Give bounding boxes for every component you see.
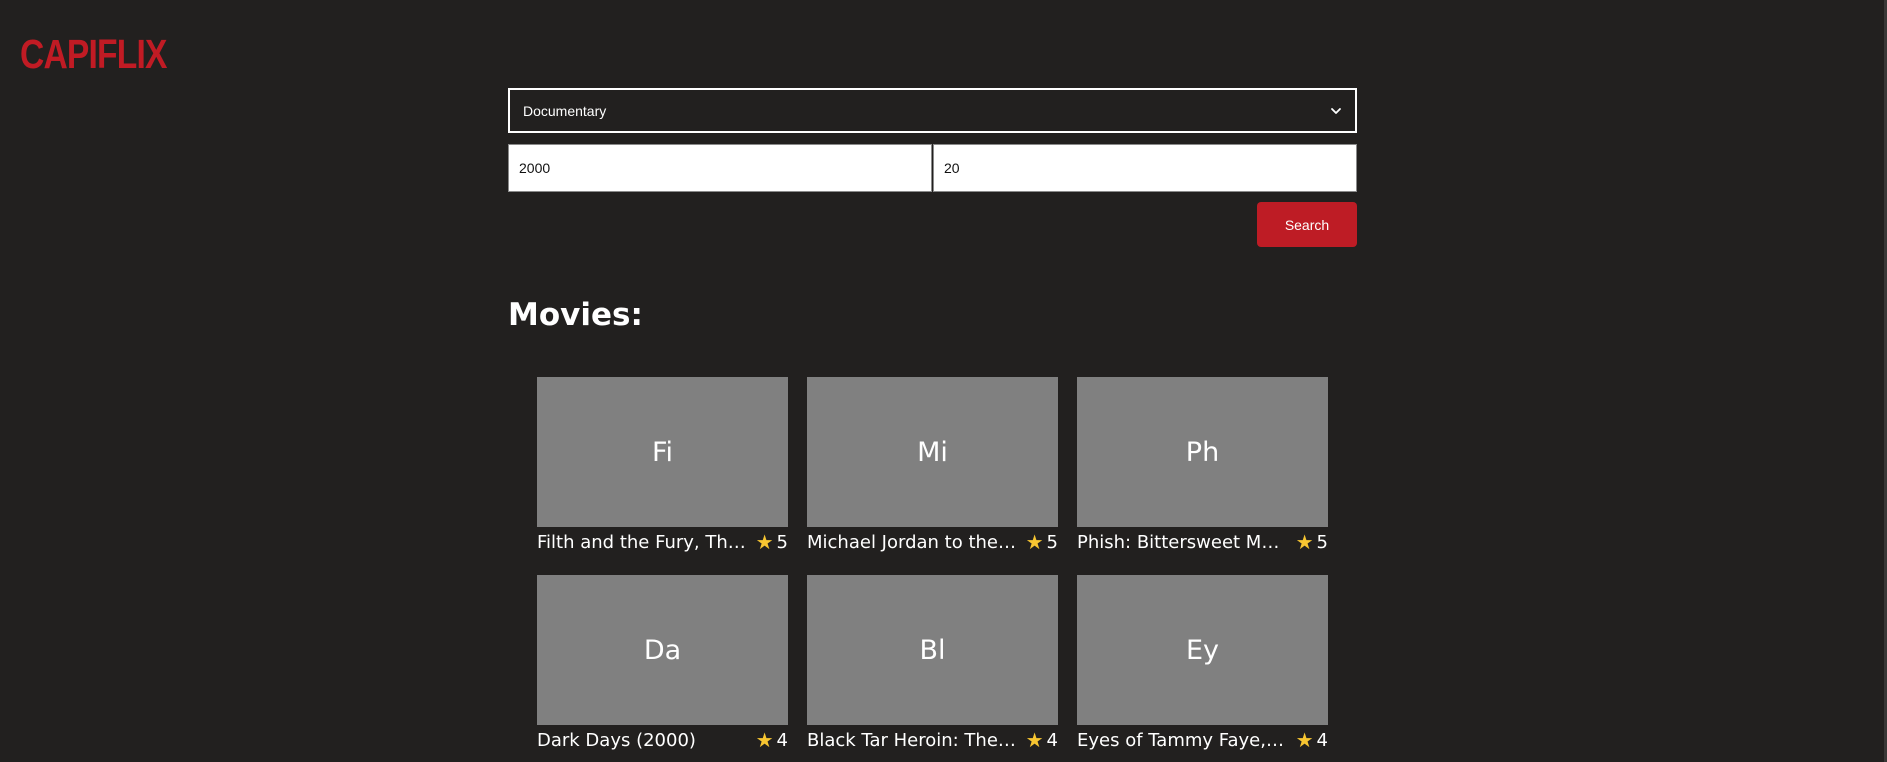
star-icon: ★ — [1295, 530, 1314, 554]
chevron-down-icon — [1329, 104, 1343, 118]
search-inputs-row — [508, 144, 1357, 192]
movie-card[interactable]: Ph Phish: Bittersweet Mot... ★ 5 — [1077, 377, 1328, 557]
movie-rating-value: 5 — [1316, 531, 1328, 553]
movies-grid: Fi Filth and the Fury, The ... ★ 5 Mi Mi… — [537, 377, 1357, 755]
movie-rating-value: 4 — [1046, 729, 1058, 751]
movie-thumbnail: Fi — [537, 377, 788, 527]
movie-card[interactable]: Fi Filth and the Fury, The ... ★ 5 — [537, 377, 788, 557]
movie-thumbnail: Da — [537, 575, 788, 725]
movie-rating-value: 4 — [1316, 729, 1328, 751]
page: CAPIFLIX Documentary Search Movies: Fi F… — [0, 0, 1887, 762]
search-actions: Search — [508, 202, 1357, 247]
movie-meta: Eyes of Tammy Faye, T... ★ 4 — [1077, 725, 1328, 755]
movie-rating: ★ 4 — [1026, 730, 1058, 751]
movie-meta: Black Tar Heroin: The D... ★ 4 — [807, 725, 1058, 755]
search-button[interactable]: Search — [1257, 202, 1357, 247]
movie-title: Michael Jordan to the ... — [807, 531, 1021, 553]
main-content: Documentary Search Movies: Fi Filth and … — [508, 88, 1357, 755]
movie-thumbnail: Ey — [1077, 575, 1328, 725]
year-input[interactable] — [508, 144, 932, 192]
movie-thumbnail: Ph — [1077, 377, 1328, 527]
movie-title: Phish: Bittersweet Mot... — [1077, 531, 1296, 553]
star-icon: ★ — [755, 728, 774, 752]
movies-heading: Movies: — [508, 297, 643, 333]
movie-meta: Michael Jordan to the ... ★ 5 — [807, 527, 1058, 557]
star-icon: ★ — [1025, 728, 1044, 752]
movie-rating: ★ 5 — [756, 532, 788, 553]
movie-rating-value: 5 — [1046, 531, 1058, 553]
movie-title: Eyes of Tammy Faye, T... — [1077, 729, 1296, 751]
movie-title: Dark Days (2000) — [537, 729, 696, 751]
genre-select[interactable]: Documentary — [508, 88, 1357, 133]
movie-title: Filth and the Fury, The ... — [537, 531, 756, 553]
movie-meta: Dark Days (2000) ★ 4 — [537, 725, 788, 755]
movie-thumbnail: Bl — [807, 575, 1058, 725]
movie-rating-value: 5 — [776, 531, 788, 553]
movie-rating: ★ 5 — [1296, 532, 1328, 553]
capiflix-logo[interactable]: CAPIFLIX — [20, 30, 167, 78]
star-icon: ★ — [1295, 728, 1314, 752]
movie-card[interactable]: Da Dark Days (2000) ★ 4 — [537, 575, 788, 755]
movie-meta: Phish: Bittersweet Mot... ★ 5 — [1077, 527, 1328, 557]
movie-card[interactable]: Ey Eyes of Tammy Faye, T... ★ 4 — [1077, 575, 1328, 755]
movie-thumbnail: Mi — [807, 377, 1058, 527]
limit-input[interactable] — [933, 144, 1357, 192]
movie-meta: Filth and the Fury, The ... ★ 5 — [537, 527, 788, 557]
movie-rating: ★ 4 — [756, 730, 788, 751]
movie-rating-value: 4 — [776, 729, 788, 751]
movie-rating: ★ 4 — [1296, 730, 1328, 751]
movie-title: Black Tar Heroin: The D... — [807, 729, 1026, 751]
movie-card[interactable]: Mi Michael Jordan to the ... ★ 5 — [807, 377, 1058, 557]
star-icon: ★ — [755, 530, 774, 554]
movie-rating: ★ 5 — [1026, 532, 1058, 553]
star-icon: ★ — [1025, 530, 1044, 554]
genre-select-value: Documentary — [523, 102, 607, 119]
movie-card[interactable]: Bl Black Tar Heroin: The D... ★ 4 — [807, 575, 1058, 755]
